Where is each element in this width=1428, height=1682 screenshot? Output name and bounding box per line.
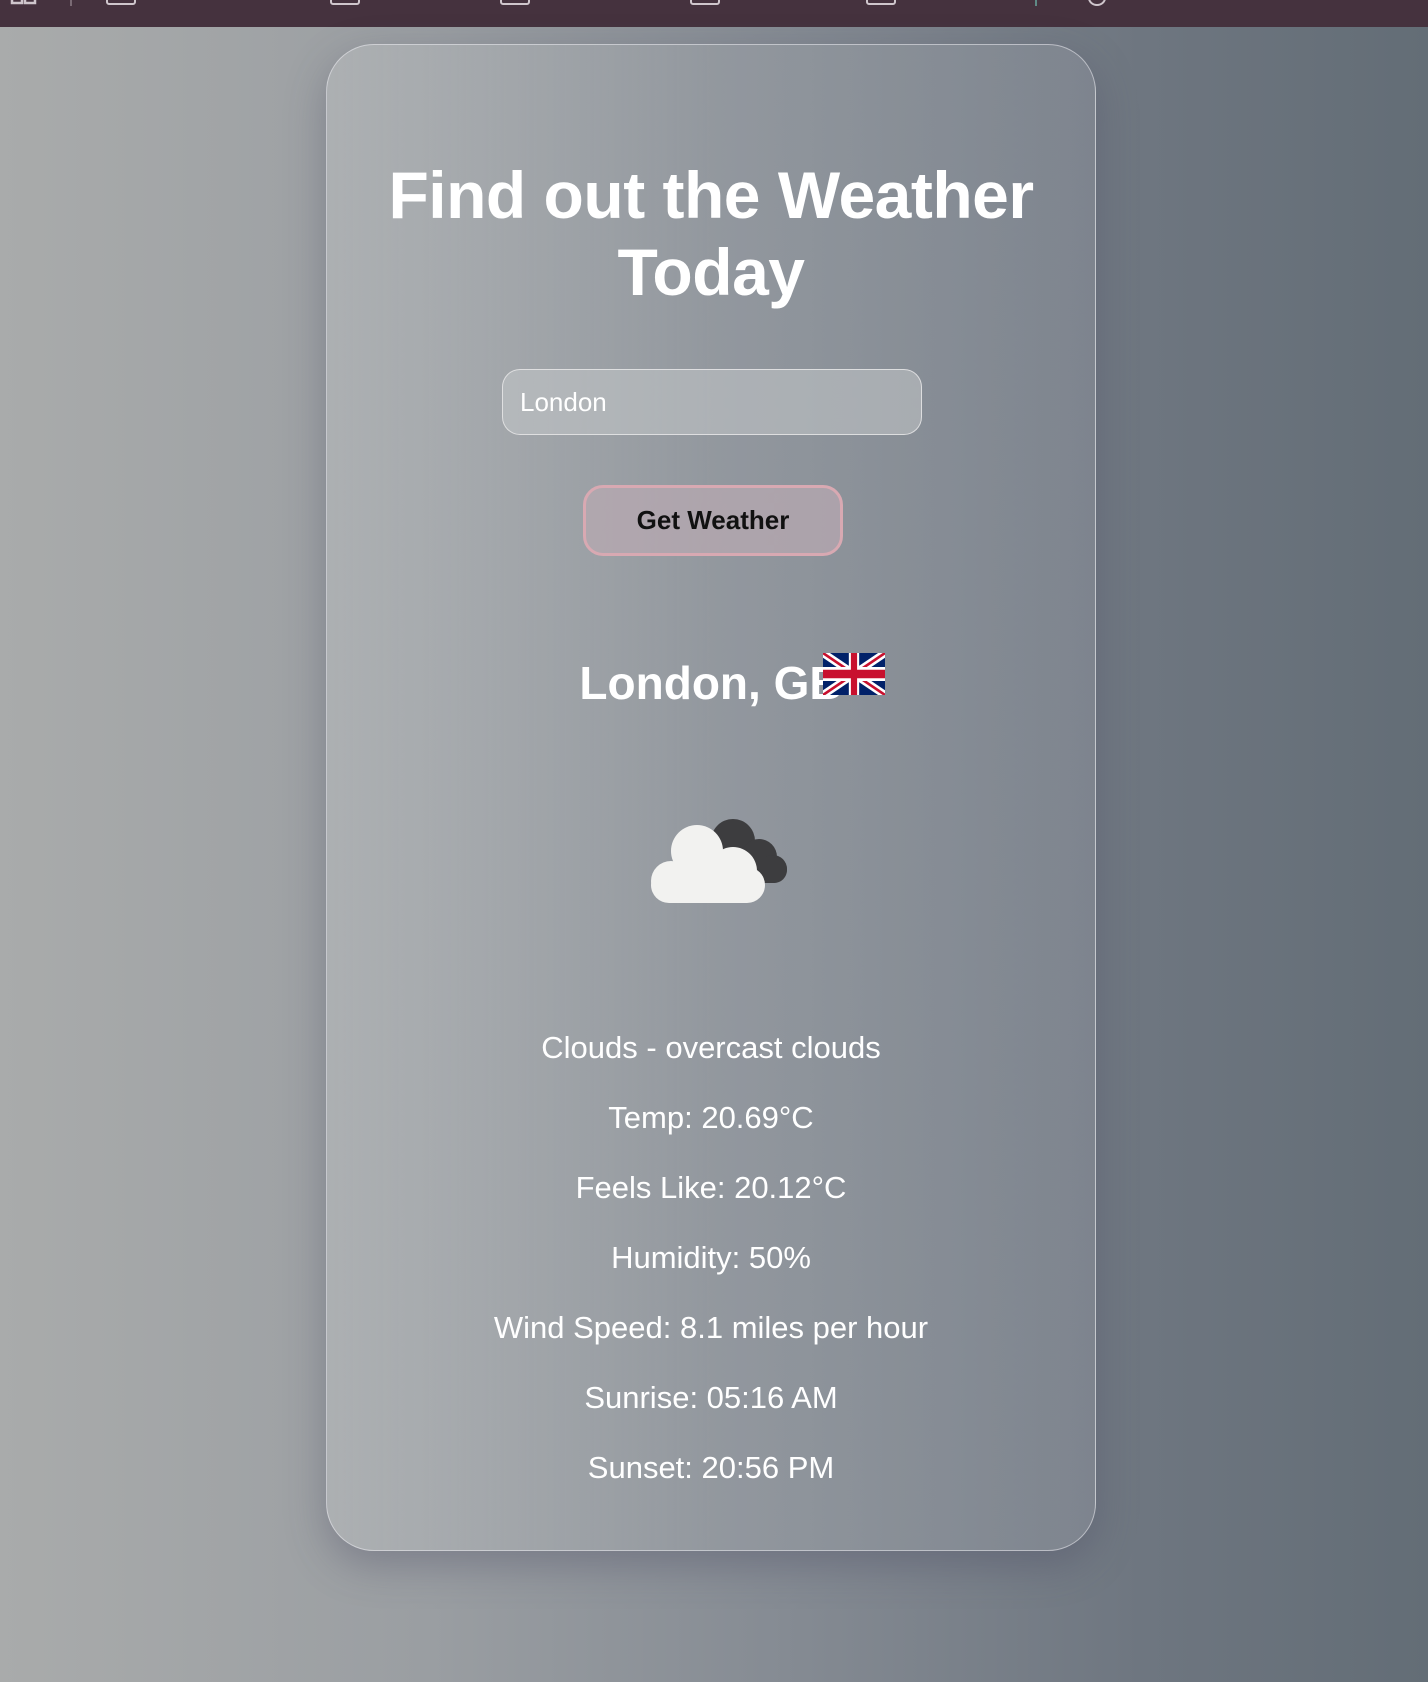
location-label: London, GB <box>579 657 843 709</box>
feels-like-value: Feels Like: 20.12°C <box>575 1170 847 1205</box>
weather-card: Find out the Weather Today Get Weather L… <box>326 44 1096 1551</box>
sunrise-value: Sunrise: 05:16 AM <box>584 1380 838 1415</box>
bookmark-folder-1[interactable] <box>106 0 136 6</box>
folder-icon <box>330 0 360 5</box>
bookmark-folder-2[interactable] <box>330 0 360 6</box>
get-weather-button[interactable]: Get Weather <box>583 485 843 556</box>
bookmark-folder-3[interactable] <box>500 0 530 6</box>
chat-icon[interactable] <box>1088 0 1106 6</box>
folder-icon <box>500 0 530 5</box>
uk-flag-icon <box>823 653 885 695</box>
bookmark-folder-4[interactable] <box>690 0 720 6</box>
apps-grid-icon[interactable] <box>10 0 42 6</box>
humidity-value: Humidity: 50% <box>611 1240 811 1275</box>
bookmarks-separator <box>1035 0 1037 6</box>
wind-speed-value: Wind Speed: 8.1 miles per hour <box>493 1310 929 1345</box>
bookmarks-separator <box>70 0 72 6</box>
weather-details: Clouds - overcast clouds Temp: 20.69°C F… <box>327 1013 1095 1503</box>
page-title: Find out the Weather Today <box>388 158 1034 309</box>
location-title: London, GB <box>327 655 1095 711</box>
overcast-clouds-icon <box>651 819 787 903</box>
folder-icon <box>866 0 896 5</box>
temperature-value: Temp: 20.69°C <box>608 1100 814 1135</box>
weather-description: Clouds - overcast clouds <box>541 1030 881 1065</box>
sunset-value: Sunset: 20:56 PM <box>587 1450 835 1485</box>
folder-icon <box>690 0 720 5</box>
bookmark-folder-5[interactable] <box>866 0 896 6</box>
city-search-input[interactable] <box>502 369 922 435</box>
folder-icon <box>106 0 136 5</box>
bookmarks-bar <box>0 0 1428 27</box>
